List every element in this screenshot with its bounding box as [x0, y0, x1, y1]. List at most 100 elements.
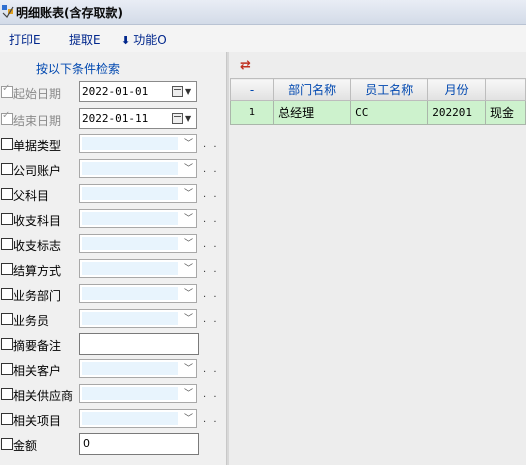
- column-header-index[interactable]: -: [229, 78, 275, 101]
- income-expense-subject-select[interactable]: ﹀: [79, 209, 197, 228]
- parent-subject-ellipsis[interactable]: . .: [203, 189, 219, 200]
- chevron-down-icon[interactable]: ﹀: [184, 389, 193, 399]
- related-supplier-label: 相关供应商: [13, 389, 74, 403]
- related-customer-select[interactable]: ﹀: [79, 359, 197, 378]
- salesperson-checkbox[interactable]: [1, 313, 13, 325]
- related-supplier-ellipsis[interactable]: . .: [203, 389, 219, 400]
- print-button[interactable]: 打印E: [9, 31, 41, 48]
- amount-value: 0: [83, 437, 90, 450]
- related-supplier-select[interactable]: ﹀: [79, 384, 197, 403]
- app-icon: [2, 5, 14, 18]
- column-header-employee[interactable]: 员工名称: [350, 78, 429, 101]
- income-expense-subject-label: 收支科目: [13, 214, 62, 228]
- table-row[interactable]: 1 总经理 CC 202201 现金: [229, 100, 526, 125]
- related-project-row: 相关项目 ﹀ . .: [0, 408, 226, 430]
- summary-note-checkbox[interactable]: [1, 338, 13, 350]
- related-project-select[interactable]: ﹀: [79, 409, 197, 428]
- income-expense-subject-ellipsis[interactable]: . .: [203, 214, 219, 225]
- company-account-checkbox[interactable]: [1, 163, 13, 175]
- income-expense-flag-select[interactable]: ﹀: [79, 234, 197, 253]
- related-customer-label: 相关客户: [13, 364, 62, 378]
- end-date-value: 2022-01-11: [82, 112, 149, 125]
- salesperson-row: 业务员 ﹀ . .: [0, 308, 226, 330]
- window-title: 明细账表(含存取款): [16, 6, 123, 20]
- chevron-down-icon[interactable]: ﹀: [184, 139, 193, 149]
- fetch-button[interactable]: 提取E: [69, 31, 101, 48]
- salesperson-ellipsis[interactable]: . .: [203, 314, 219, 325]
- company-account-row: 公司账户 ﹀ . .: [0, 158, 226, 180]
- chevron-down-icon[interactable]: ﹀: [184, 314, 193, 324]
- business-dept-ellipsis[interactable]: . .: [203, 289, 219, 300]
- company-account-select[interactable]: ﹀: [79, 159, 197, 178]
- salesperson-select[interactable]: ﹀: [79, 309, 197, 328]
- doc-type-ellipsis[interactable]: . .: [203, 139, 219, 150]
- parent-subject-checkbox[interactable]: [1, 188, 13, 200]
- chevron-down-icon[interactable]: ﹀: [184, 364, 193, 374]
- summary-note-label: 摘要备注: [13, 339, 62, 353]
- settlement-method-select[interactable]: ﹀: [79, 259, 197, 278]
- doc-type-checkbox[interactable]: [1, 138, 13, 150]
- chevron-down-icon[interactable]: ﹀: [184, 289, 193, 299]
- toolbar: 打印E 提取E ⬇ 功能O: [0, 25, 526, 52]
- table-header-row: - 部门名称 员工名称 月份: [229, 78, 526, 101]
- doc-type-label: 单据类型: [13, 139, 62, 153]
- chevron-down-icon[interactable]: ﹀: [184, 414, 193, 424]
- calendar-icon[interactable]: [172, 86, 183, 97]
- swap-columns-icon[interactable]: ⇄: [240, 58, 251, 73]
- calendar-icon[interactable]: [172, 113, 183, 124]
- end-date-row: 结束日期 2022-01-11 ▼: [0, 108, 226, 130]
- start-date-checkbox[interactable]: [1, 83, 13, 98]
- chevron-down-icon[interactable]: ﹀: [184, 189, 193, 199]
- summary-note-row: 摘要备注: [0, 333, 226, 355]
- chevron-down-icon[interactable]: ﹀: [184, 214, 193, 224]
- employee-cell[interactable]: CC: [350, 100, 429, 125]
- related-customer-ellipsis[interactable]: . .: [203, 364, 219, 375]
- month-cell[interactable]: 202201: [427, 100, 486, 125]
- parent-subject-label: 父科目: [13, 189, 50, 203]
- related-customer-row: 相关客户 ﹀ . .: [0, 358, 226, 380]
- parent-subject-row: 父科目 ﹀ . .: [0, 183, 226, 205]
- income-expense-flag-label: 收支标志: [13, 239, 62, 253]
- amount-input[interactable]: 0: [79, 433, 199, 455]
- related-customer-checkbox[interactable]: [1, 363, 13, 375]
- chevron-down-icon[interactable]: ▼: [185, 114, 191, 123]
- related-supplier-checkbox[interactable]: [1, 388, 13, 400]
- company-account-label: 公司账户: [13, 164, 62, 178]
- column-header-month[interactable]: 月份: [427, 78, 486, 101]
- doc-type-select[interactable]: ﹀: [79, 134, 197, 153]
- income-expense-flag-checkbox[interactable]: [1, 238, 13, 250]
- company-account-ellipsis[interactable]: . .: [203, 164, 219, 175]
- column-header-dept[interactable]: 部门名称: [273, 78, 352, 101]
- end-date-label: 结束日期: [13, 114, 62, 128]
- end-date-checkbox[interactable]: [1, 110, 13, 125]
- settlement-method-checkbox[interactable]: [1, 263, 13, 275]
- end-date-picker[interactable]: 2022-01-11 ▼: [79, 108, 197, 129]
- business-dept-select[interactable]: ﹀: [79, 284, 197, 303]
- start-date-picker[interactable]: 2022-01-01 ▼: [79, 81, 197, 102]
- column-header-type[interactable]: [484, 78, 526, 101]
- chevron-down-icon[interactable]: ﹀: [184, 264, 193, 274]
- amount-checkbox[interactable]: [1, 438, 13, 450]
- condition-panel-title: 按以下条件检索: [36, 62, 121, 76]
- function-label: 功能O: [133, 33, 167, 47]
- title-bar: 明细账表(含存取款): [0, 0, 526, 25]
- related-project-checkbox[interactable]: [1, 413, 13, 425]
- related-project-ellipsis[interactable]: . .: [203, 414, 219, 425]
- summary-note-input[interactable]: [79, 333, 199, 355]
- chevron-down-icon[interactable]: ▼: [185, 87, 191, 96]
- type-cell[interactable]: 现金: [484, 100, 526, 125]
- row-number-cell[interactable]: 1: [229, 100, 275, 125]
- income-expense-subject-checkbox[interactable]: [1, 213, 13, 225]
- business-dept-checkbox[interactable]: [1, 288, 13, 300]
- chevron-down-icon[interactable]: ﹀: [184, 239, 193, 249]
- settlement-method-ellipsis[interactable]: . .: [203, 264, 219, 275]
- income-expense-subject-row: 收支科目 ﹀ . .: [0, 208, 226, 230]
- business-dept-label: 业务部门: [13, 289, 62, 303]
- parent-subject-select[interactable]: ﹀: [79, 184, 197, 203]
- chevron-down-icon[interactable]: ﹀: [184, 164, 193, 174]
- dept-cell[interactable]: 总经理: [273, 100, 352, 125]
- start-date-value: 2022-01-01: [82, 85, 149, 98]
- income-expense-flag-ellipsis[interactable]: . .: [203, 239, 219, 250]
- down-arrow-icon: ⬇: [121, 34, 131, 47]
- function-button[interactable]: ⬇ 功能O: [121, 31, 167, 48]
